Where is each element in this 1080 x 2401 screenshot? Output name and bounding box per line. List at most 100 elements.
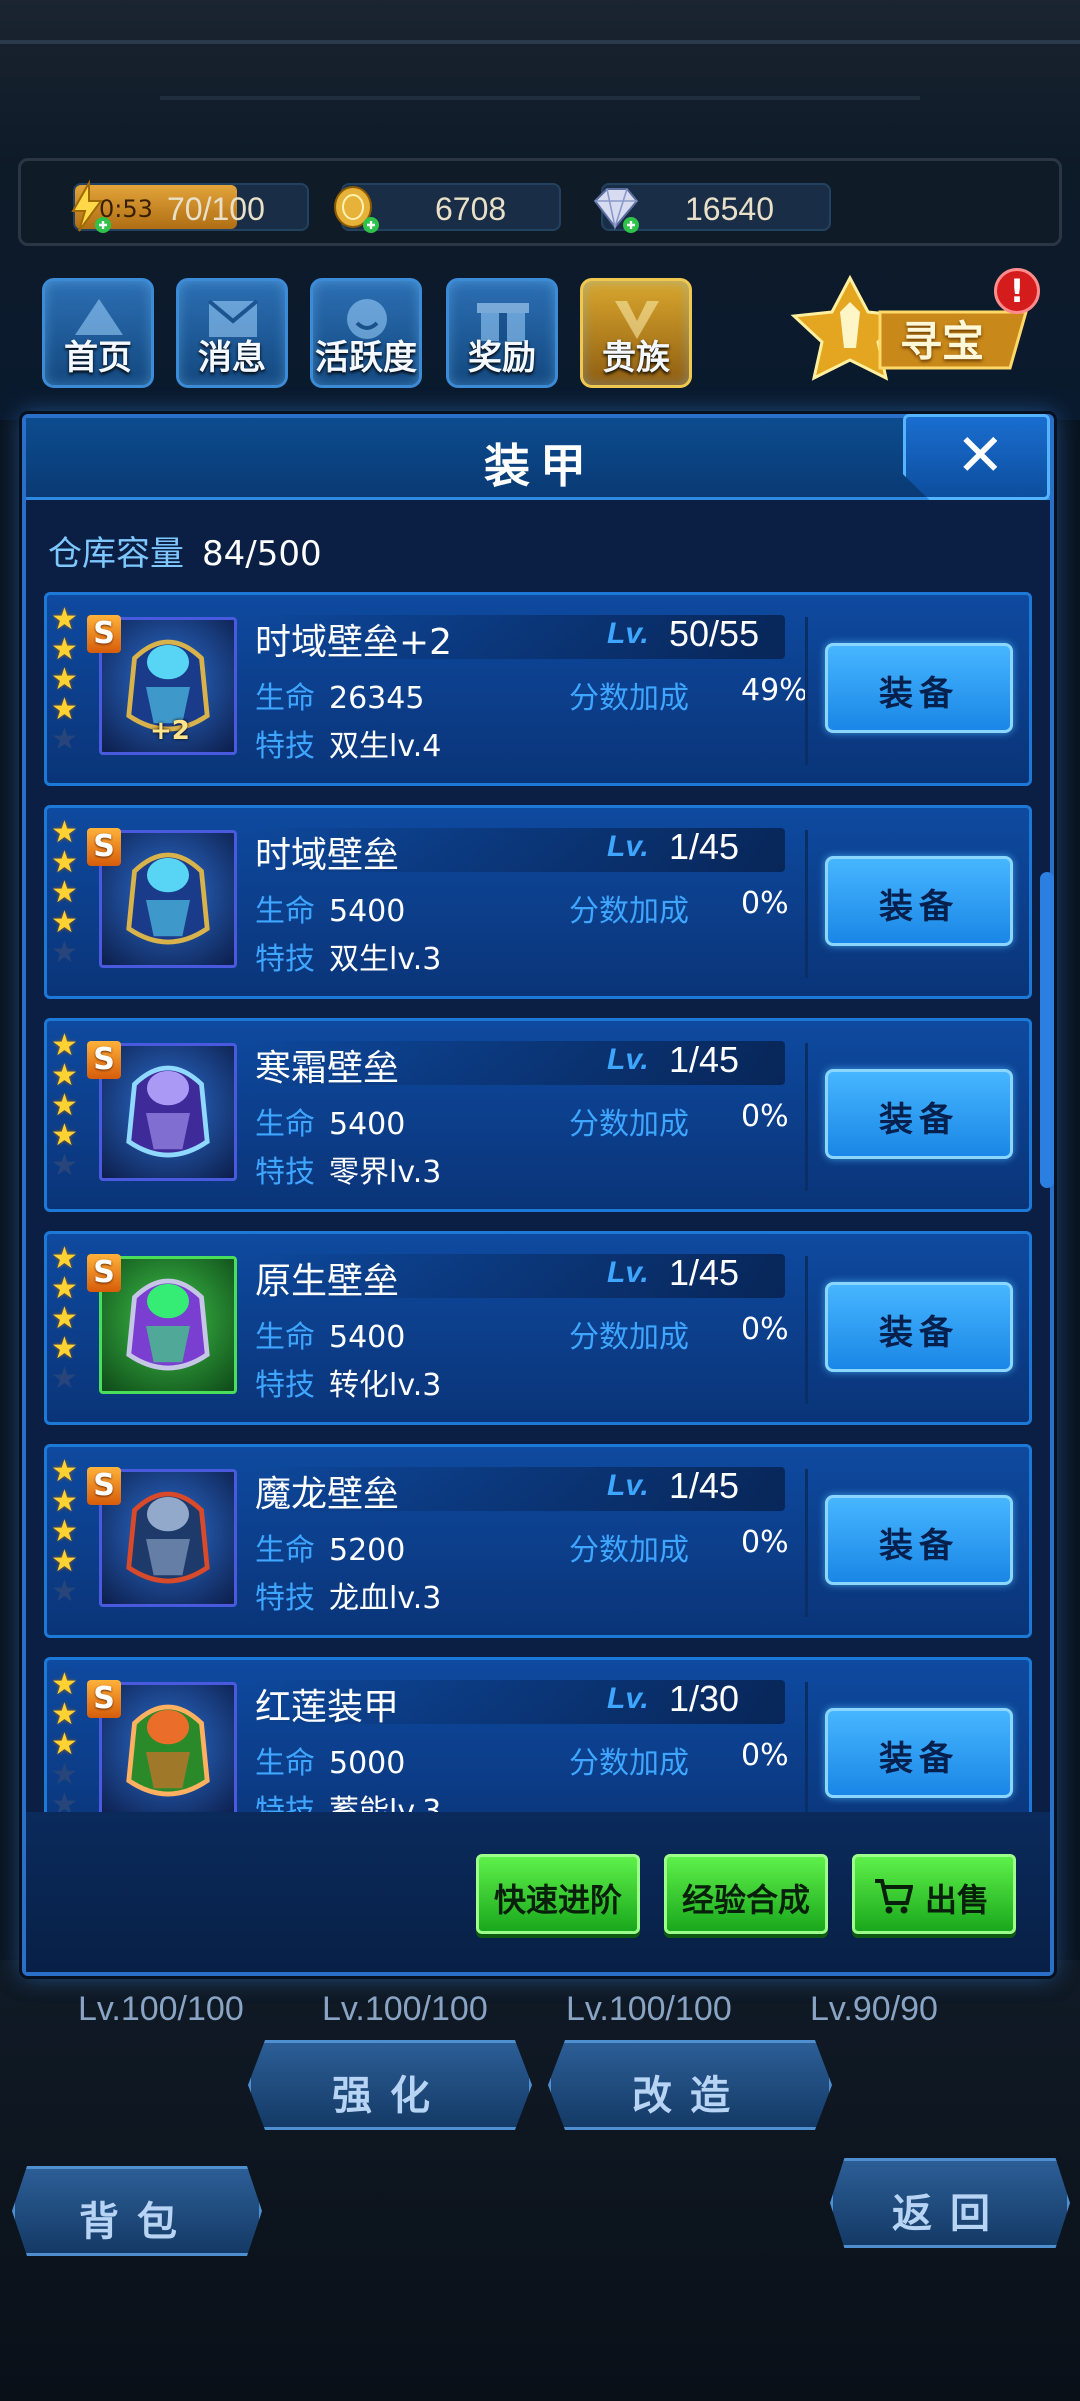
equip-label: 装备 xyxy=(879,1739,959,1779)
score-bonus-value: 0% xyxy=(741,1525,789,1560)
star-icon: ★ xyxy=(51,1514,78,1549)
star-icon: ★ xyxy=(51,1454,78,1489)
nav-reward-button[interactable]: 奖励 xyxy=(446,278,558,388)
armor-card[interactable]: ★ ★ ★ ★ ★ S 寒霜壁垒 Lv. 1/45 生命 5400 分数加成 0% 特技零… xyxy=(44,1018,1032,1212)
equip-label: 装备 xyxy=(879,887,959,927)
score-bonus-label: 分数加成 xyxy=(569,1320,689,1355)
star-icon: ★ xyxy=(51,815,78,850)
tech-line xyxy=(0,40,1080,44)
equip-label: 装备 xyxy=(879,1526,959,1566)
equip-button[interactable]: 装备 xyxy=(825,1069,1013,1159)
score-bonus-value: 0% xyxy=(741,1312,789,1347)
card-divider xyxy=(805,617,808,765)
armor-card[interactable]: ★ ★ ★ ★ ★ S 时域壁垒 Lv. 1/45 生命 5400 分数加成 0% 特技双… xyxy=(44,805,1032,999)
grade-badge: S xyxy=(87,615,121,653)
nav-activity-button[interactable]: 活跃度 xyxy=(310,278,422,388)
star-icon: ★ xyxy=(51,1088,78,1123)
hp-value: 5000 xyxy=(329,1746,406,1781)
score-bonus-label: 分数加成 xyxy=(569,681,689,716)
score-bonus-value: 49% xyxy=(741,673,808,708)
armor-card[interactable]: ★ ★ ★ ★ ★ S 原生壁垒 Lv. 1/45 生命 5400 分数加成 0% 特技转… xyxy=(44,1231,1032,1425)
armor-card[interactable]: ★ ★ ★ ★ ★ S 魔龙壁垒 Lv. 1/45 生命 5200 分数加成 0% 特技龙… xyxy=(44,1444,1032,1638)
star-icon: ★ xyxy=(51,1697,78,1732)
nav-home-button[interactable]: 首页 xyxy=(42,278,154,388)
enhance-button[interactable]: 强化 xyxy=(248,2040,532,2130)
nav-message-button[interactable]: 消息 xyxy=(176,278,288,388)
storage-capacity: 仓库容量 84/500 xyxy=(48,526,322,575)
card-divider xyxy=(805,1469,808,1617)
treasure-alert-badge: ! xyxy=(994,268,1040,314)
treasure-label: 寻宝 xyxy=(900,317,985,366)
star-icon: ★ xyxy=(51,845,78,880)
scrollbar[interactable] xyxy=(1040,872,1054,1188)
star-rating: ★ ★ ★ ★ ★ xyxy=(51,818,85,968)
resource-bar: 0:53 70/100 6708 16540 xyxy=(18,158,1062,246)
back-button[interactable]: 返回 xyxy=(830,2158,1070,2248)
bg-level-1: Lv.100/100 xyxy=(78,1990,244,2028)
hp-row: 生命 5400 xyxy=(255,1312,405,1356)
gem-meter: 16540 xyxy=(593,183,831,233)
enhance-label: 强化 xyxy=(332,2073,448,2119)
equip-button[interactable]: 装备 xyxy=(825,1708,1013,1798)
armor-card[interactable]: ★ ★ ★ ★ ★ +2 S 时域壁垒+2 Lv. 50/55 生命 26345 分数加成… xyxy=(44,592,1032,786)
equip-label: 装备 xyxy=(879,1313,959,1353)
fast-advance-button[interactable]: 快速进阶 xyxy=(476,1854,640,1934)
skill-label: 特技 xyxy=(255,729,315,764)
star-rating: ★ ★ ★ ★ ★ xyxy=(51,1457,85,1607)
hp-label: 生命 xyxy=(255,1533,315,1568)
armor-card[interactable]: ★ ★ ★ ★ ★ S 红莲装甲 Lv. 1/30 生命 5000 分数加成 0% 特技蓄… xyxy=(44,1657,1032,1812)
sell-button[interactable]: 出售 xyxy=(852,1854,1016,1934)
gem-add-icon[interactable] xyxy=(587,179,643,235)
bg-level-3: Lv.100/100 xyxy=(566,1990,732,2028)
coin-add-icon[interactable] xyxy=(327,179,383,235)
equip-button[interactable]: 装备 xyxy=(825,1495,1013,1585)
nav-noble-button[interactable]: 贵族 xyxy=(580,278,692,388)
grade-badge: S xyxy=(87,828,121,866)
armor-name: 红莲装甲 xyxy=(255,1687,400,1728)
armor-name: 寒霜壁垒 xyxy=(255,1048,400,1089)
hp-label: 生命 xyxy=(255,681,315,716)
modify-button[interactable]: 改造 xyxy=(548,2040,832,2130)
grade-badge: S xyxy=(87,1254,121,1292)
equip-button[interactable]: 装备 xyxy=(825,643,1013,733)
star-icon: ★ xyxy=(51,1331,78,1366)
star-icon: ★ xyxy=(51,1574,78,1609)
skill-label: 特技 xyxy=(255,1368,315,1403)
grade-badge: S xyxy=(87,1680,121,1718)
modify-label: 改造 xyxy=(632,2073,748,2119)
score-bonus-value: 0% xyxy=(741,886,789,921)
grade-badge: S xyxy=(87,1467,121,1505)
star-icon: ★ xyxy=(51,692,78,727)
equip-label: 装备 xyxy=(879,1100,959,1140)
star-icon: ★ xyxy=(51,1727,78,1762)
score-bonus-value: 0% xyxy=(741,1738,789,1773)
skill-row: 特技 龙血lv.3 xyxy=(255,1573,441,1617)
star-icon: ★ xyxy=(51,875,78,910)
energy-value: 70/100 xyxy=(167,191,265,227)
armor-list[interactable]: ★ ★ ★ ★ ★ +2 S 时域壁垒+2 Lv. 50/55 生命 26345 分数加成… xyxy=(44,592,1032,1812)
hp-label: 生命 xyxy=(255,1746,315,1781)
star-icon: ★ xyxy=(51,935,78,970)
skill-value: 双生lv.3 xyxy=(329,942,442,977)
treasure-button[interactable]: 寻宝 ! xyxy=(790,268,1040,382)
score-bonus-label: 分数加成 xyxy=(569,894,689,929)
level-key: Lv. xyxy=(607,1469,649,1502)
nav-reward-label: 奖励 xyxy=(468,338,536,378)
close-button[interactable]: ✕ xyxy=(903,414,1050,500)
bag-button[interactable]: 背包 xyxy=(12,2166,262,2256)
skill-label: 特技 xyxy=(255,942,315,977)
equip-button[interactable]: 装备 xyxy=(825,1282,1013,1372)
equip-button[interactable]: 装备 xyxy=(825,856,1013,946)
coin-value: 6708 xyxy=(435,191,507,227)
level-key: Lv. xyxy=(607,1682,649,1715)
armor-level: 50/55 xyxy=(669,613,760,654)
bg-level-2: Lv.100/100 xyxy=(322,1990,488,2028)
hp-value: 5400 xyxy=(329,894,406,929)
star-icon: ★ xyxy=(51,1544,78,1579)
level-key: Lv. xyxy=(607,830,649,863)
skill-row: 特技 转化lv.3 xyxy=(255,1360,441,1404)
exp-merge-button[interactable]: 经验合成 xyxy=(664,1854,828,1934)
star-rating: ★ ★ ★ ★ ★ xyxy=(51,1244,85,1394)
skill-value: 转化lv.3 xyxy=(329,1368,442,1403)
lightning-add-icon[interactable] xyxy=(59,179,115,235)
